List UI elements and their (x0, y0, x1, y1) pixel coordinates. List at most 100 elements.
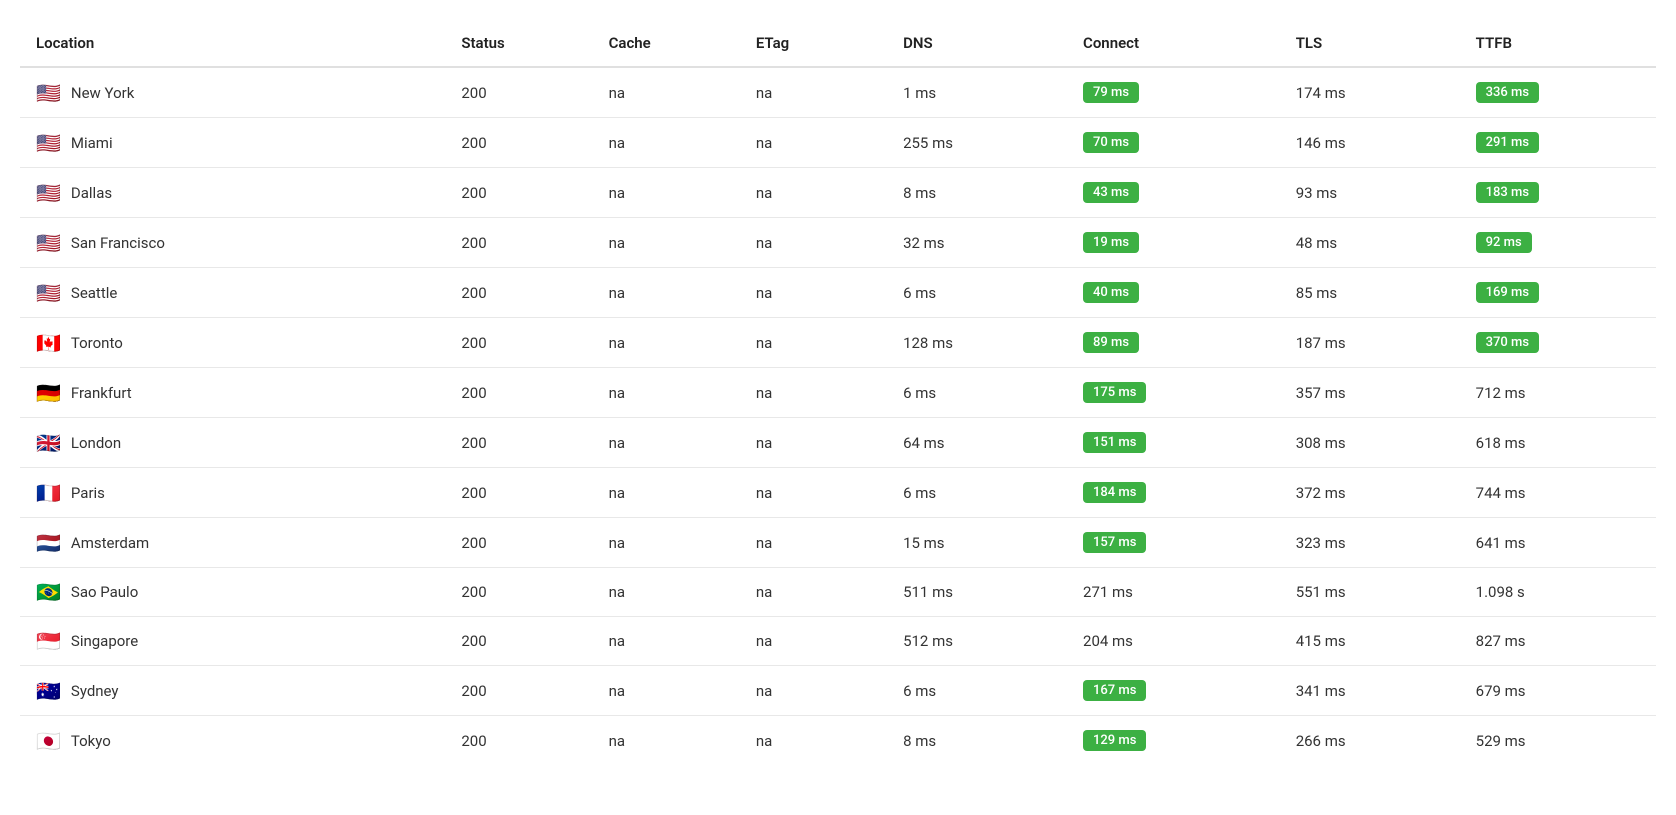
connect-badge: 167 ms (1083, 680, 1146, 701)
cell-connect: 79 ms (1067, 67, 1280, 118)
cell-ttfb: 291 ms (1460, 118, 1656, 168)
location-name: Frankfurt (71, 384, 132, 402)
cell-tls: 551 ms (1280, 568, 1460, 617)
table-row: 🇦🇺Sydney200nana6 ms167 ms341 ms679 ms (20, 666, 1656, 716)
connect-badge: 157 ms (1083, 532, 1146, 553)
cell-connect: 175 ms (1067, 368, 1280, 418)
cell-tls: 266 ms (1280, 716, 1460, 766)
cell-connect: 184 ms (1067, 468, 1280, 518)
cell-connect: 129 ms (1067, 716, 1280, 766)
cell-ttfb: 370 ms (1460, 318, 1656, 368)
cell-dns: 6 ms (887, 368, 1067, 418)
cell-tls: 308 ms (1280, 418, 1460, 468)
cell-dns: 1 ms (887, 67, 1067, 118)
ttfb-badge: 92 ms (1476, 232, 1532, 253)
location-name: Sao Paulo (71, 583, 138, 601)
cell-cache: na (593, 617, 740, 666)
cell-status: 200 (445, 666, 592, 716)
cell-location: 🇫🇷Paris (20, 468, 445, 518)
cell-ttfb: 744 ms (1460, 468, 1656, 518)
table-row: 🇫🇷Paris200nana6 ms184 ms372 ms744 ms (20, 468, 1656, 518)
table-row: 🇬🇧London200nana64 ms151 ms308 ms618 ms (20, 418, 1656, 468)
table-row: 🇳🇱Amsterdam200nana15 ms157 ms323 ms641 m… (20, 518, 1656, 568)
ttfb-badge: 169 ms (1476, 282, 1539, 303)
table-row: 🇺🇸San Francisco200nana32 ms19 ms48 ms92 … (20, 218, 1656, 268)
cell-tls: 174 ms (1280, 67, 1460, 118)
connect-badge: 43 ms (1083, 182, 1139, 203)
cell-etag: na (740, 318, 887, 368)
cell-cache: na (593, 716, 740, 766)
connect-badge: 175 ms (1083, 382, 1146, 403)
cell-connect: 151 ms (1067, 418, 1280, 468)
cell-location: 🇩🇪 Frankfurt (20, 368, 445, 418)
location-name: Singapore (71, 632, 138, 650)
cell-status: 200 (445, 518, 592, 568)
table-row: 🇯🇵Tokyo200nana8 ms129 ms266 ms529 ms (20, 716, 1656, 766)
location-name: Tokyo (71, 732, 111, 750)
cell-location: 🇺🇸Miami (20, 118, 445, 168)
cell-dns: 128 ms (887, 318, 1067, 368)
flag-icon: 🇳🇱 (36, 533, 61, 553)
flag-icon: 🇫🇷 (36, 483, 61, 503)
cell-status: 200 (445, 568, 592, 617)
flag-icon: 🇦🇺 (36, 681, 61, 701)
flag-icon: 🇺🇸 (36, 133, 61, 153)
header-status: Status (445, 20, 592, 67)
cell-etag: na (740, 368, 887, 418)
table-row: 🇺🇸New York200nana1 ms79 ms174 ms336 ms (20, 67, 1656, 118)
cell-cache: na (593, 666, 740, 716)
cell-connect: 157 ms (1067, 518, 1280, 568)
flag-icon: 🇺🇸 (36, 233, 61, 253)
flag-icon: 🇬🇧 (36, 433, 61, 453)
cell-etag: na (740, 418, 887, 468)
connect-badge: 151 ms (1083, 432, 1146, 453)
cell-cache: na (593, 318, 740, 368)
cell-cache: na (593, 67, 740, 118)
cell-dns: 512 ms (887, 617, 1067, 666)
header-connect: Connect (1067, 20, 1280, 67)
cell-tls: 323 ms (1280, 518, 1460, 568)
flag-icon: 🇺🇸 (36, 83, 61, 103)
header-ttfb: TTFB (1460, 20, 1656, 67)
cell-status: 200 (445, 368, 592, 418)
cell-connect: 40 ms (1067, 268, 1280, 318)
cell-tls: 146 ms (1280, 118, 1460, 168)
cell-connect: 204 ms (1067, 617, 1280, 666)
cell-ttfb: 169 ms (1460, 268, 1656, 318)
cell-dns: 15 ms (887, 518, 1067, 568)
ttfb-badge: 183 ms (1476, 182, 1539, 203)
cell-ttfb: 529 ms (1460, 716, 1656, 766)
flag-icon: 🇨🇦 (36, 333, 61, 353)
cell-ttfb: 712 ms (1460, 368, 1656, 418)
cell-etag: na (740, 518, 887, 568)
flag-icon: 🇩🇪 (36, 383, 61, 403)
cell-ttfb: 679 ms (1460, 666, 1656, 716)
cell-tls: 48 ms (1280, 218, 1460, 268)
location-name: Seattle (71, 284, 117, 302)
flag-icon: 🇺🇸 (36, 183, 61, 203)
cell-tls: 85 ms (1280, 268, 1460, 318)
cell-ttfb: 1.098 s (1460, 568, 1656, 617)
cell-cache: na (593, 568, 740, 617)
ttfb-badge: 370 ms (1476, 332, 1539, 353)
cell-location: 🇺🇸 New York (20, 67, 445, 118)
header-tls: TLS (1280, 20, 1460, 67)
cell-cache: na (593, 168, 740, 218)
cell-location: 🇺🇸Dallas (20, 168, 445, 218)
flag-icon: 🇺🇸 (36, 283, 61, 303)
header-cache: Cache (593, 20, 740, 67)
cell-etag: na (740, 168, 887, 218)
cell-tls: 341 ms (1280, 666, 1460, 716)
cell-dns: 6 ms (887, 468, 1067, 518)
cell-status: 200 (445, 716, 592, 766)
cell-cache: na (593, 518, 740, 568)
cell-cache: na (593, 218, 740, 268)
ttfb-badge: 336 ms (1476, 82, 1539, 103)
cell-connect: 167 ms (1067, 666, 1280, 716)
cell-ttfb: 336 ms (1460, 67, 1656, 118)
location-name: New York (71, 84, 134, 102)
cell-ttfb: 618 ms (1460, 418, 1656, 468)
cell-dns: 8 ms (887, 168, 1067, 218)
table-row: 🇺🇸Seattle200nana6 ms40 ms85 ms169 ms (20, 268, 1656, 318)
cell-status: 200 (445, 318, 592, 368)
